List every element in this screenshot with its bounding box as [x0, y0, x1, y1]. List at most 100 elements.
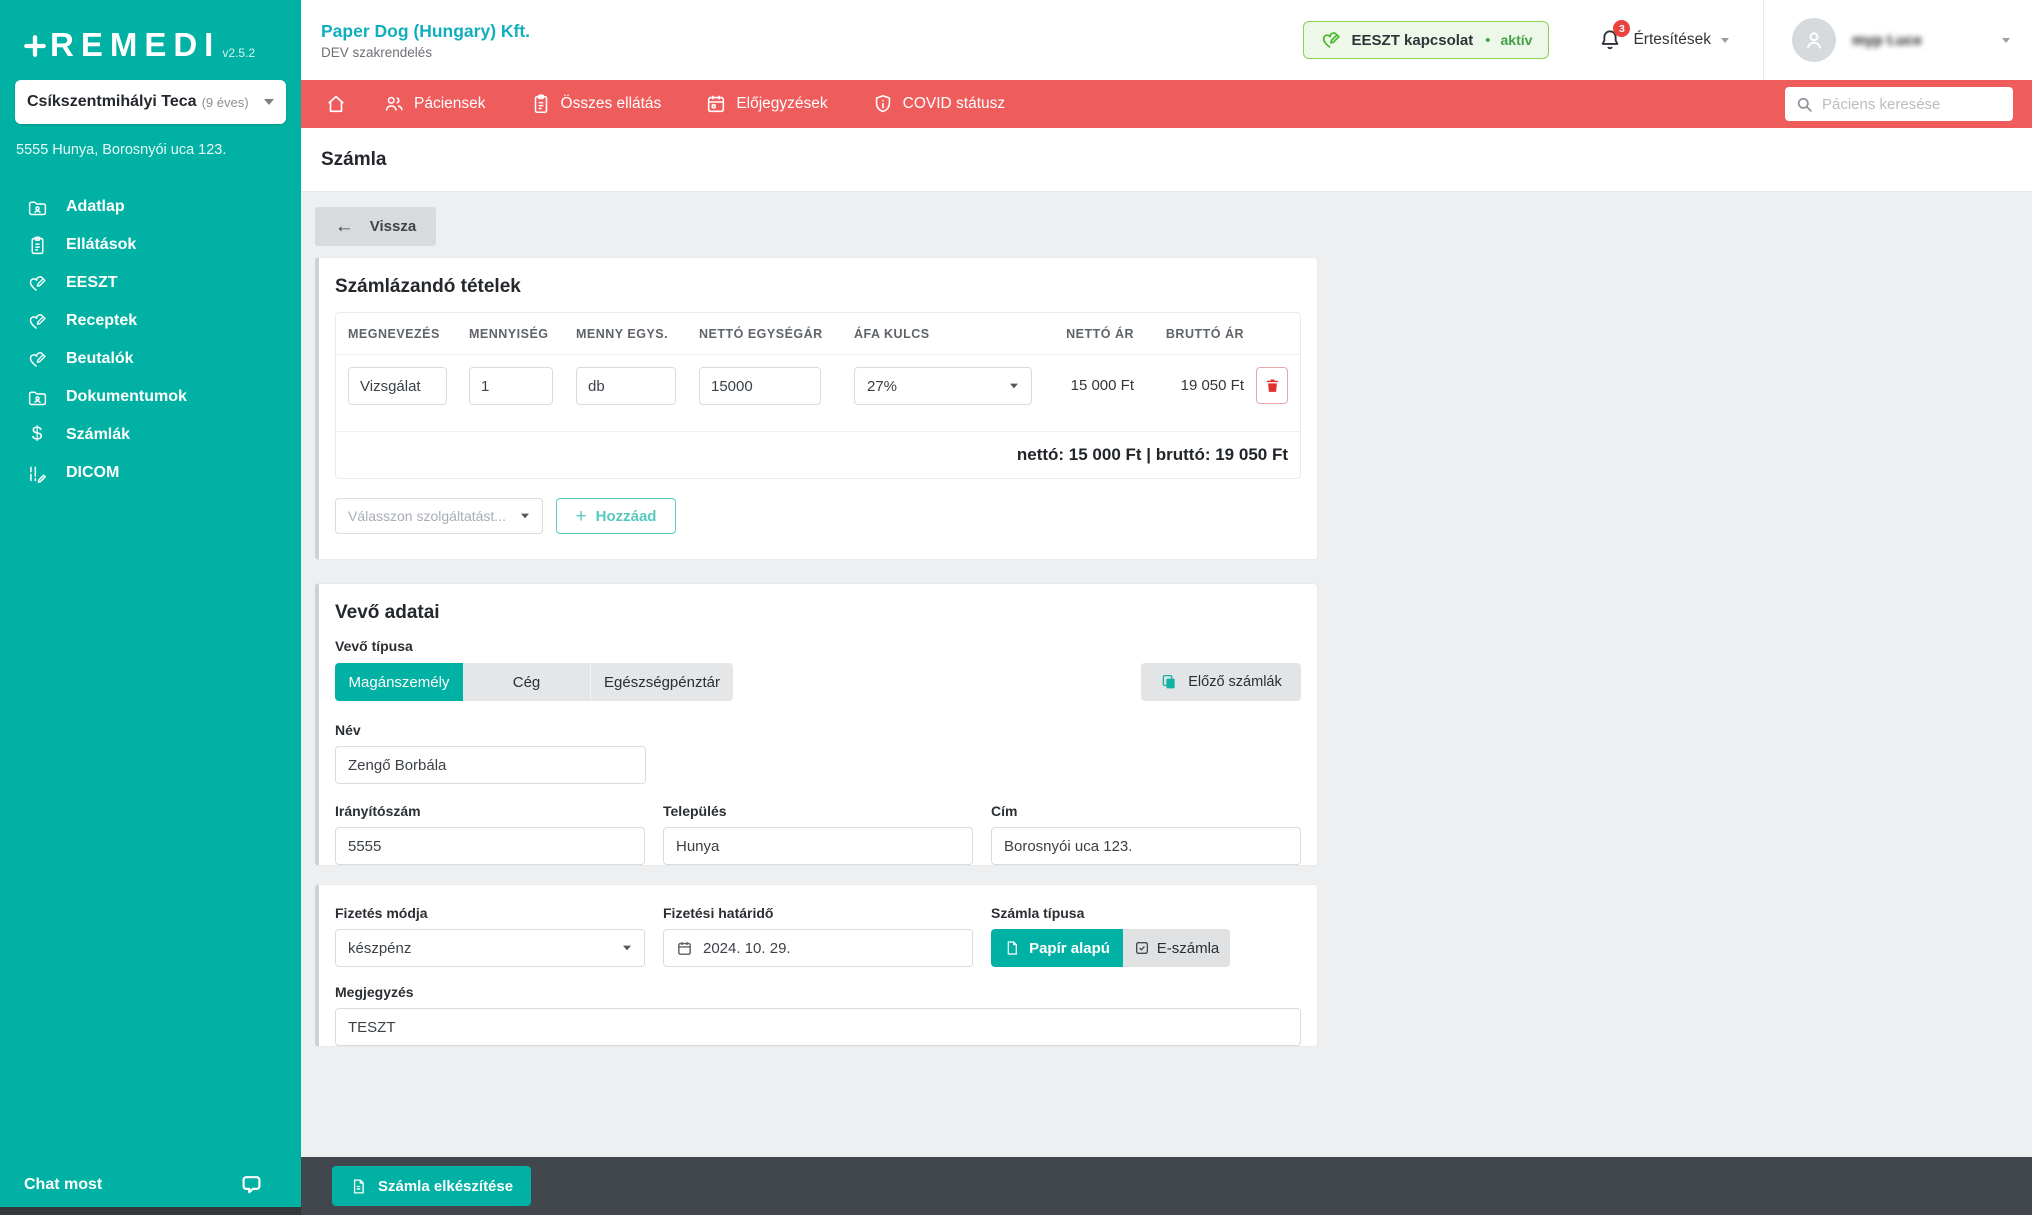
chevron-down-icon [1010, 384, 1018, 389]
patient-search [1785, 87, 2013, 121]
type-egeszsegpenztar-button[interactable]: Egészségpénztár [591, 663, 733, 701]
page-title: Számla [321, 149, 386, 171]
type-ceg-button[interactable]: Cég [463, 663, 591, 701]
item-quantity-input[interactable] [469, 367, 553, 405]
item-unit-input[interactable] [576, 367, 676, 405]
chevron-down-icon [264, 99, 274, 105]
app-version: v2.5.2 [222, 46, 255, 60]
table-row: 27% 15 000 Ft 19 050 Ft [336, 355, 1300, 431]
col-header-mennyiseg: MENNYISÉG [469, 327, 576, 341]
item-name-input[interactable] [348, 367, 447, 405]
nav-item-paciensek[interactable]: Páciensek [383, 93, 486, 115]
bottom-edge-strip [0, 1207, 301, 1215]
add-item-button[interactable]: + Hozzáad [556, 498, 676, 534]
vat-select[interactable]: 27% [854, 367, 1032, 405]
name-label: Név [335, 722, 1301, 738]
chat-button[interactable]: Chat most [24, 1172, 274, 1197]
checkbox-check-icon [1134, 940, 1150, 956]
previous-invoices-button[interactable]: Előző számlák [1141, 663, 1301, 701]
invoice-type-toggle: Papír alapú E-számla [991, 929, 1301, 967]
due-date-picker[interactable]: 2024. 10. 29. [663, 929, 973, 967]
col-header-brutto-ar: BRUTTÓ ÁR [1134, 327, 1244, 341]
address-input[interactable] [991, 827, 1301, 865]
patient-selector[interactable]: Csíkszentmihályi Teca (9 éves) [15, 80, 286, 124]
col-header-netto-ar: NETTÓ ÁR [1050, 327, 1134, 341]
table-header-row: MEGNEVEZÉS MENNYISÉG MENNY EGYS. NETTÓ E… [336, 313, 1300, 355]
invoice-items-card: Számlázandó tételek MEGNEVEZÉS MENNYISÉG… [315, 257, 1318, 560]
city-input[interactable] [663, 827, 973, 865]
dollar-icon: $ [24, 424, 50, 446]
sidebar-item-ellatasok[interactable]: Ellátások [0, 226, 301, 264]
sidebar-item-eeszt[interactable]: EESZT [0, 264, 301, 302]
nav-item-covid-statusz[interactable]: COVID státusz [872, 93, 1006, 115]
due-date-value: 2024. 10. 29. [703, 940, 791, 957]
sidebar-menu: Adatlap Ellátások EESZT Receptek Beutaló… [0, 188, 301, 492]
clipboard-icon [530, 93, 552, 115]
folder-user-icon [24, 197, 50, 218]
document-icon [1004, 940, 1020, 956]
add-service-row: Válasszon szolgáltatást... + Hozzáad [335, 498, 1301, 534]
action-footer: Számla elkészítése [301, 1157, 2032, 1215]
nav-item-elojegyzesek[interactable]: Előjegyzések [705, 93, 827, 115]
due-date-label: Fizetési határidő [663, 905, 973, 921]
copy-icon [1160, 673, 1178, 691]
notifications-label: Értesítések [1633, 31, 1711, 49]
document-icon [350, 1178, 367, 1195]
trash-icon [1264, 377, 1281, 394]
col-header-afa-kulcs: ÁFA KULCS [854, 327, 1050, 341]
sidebar-item-dicom[interactable]: DICOM [0, 454, 301, 492]
note-input[interactable] [335, 1008, 1301, 1046]
main-navbar: Páciensek Összes ellátás Előjegyzések CO… [301, 80, 2032, 128]
sidebar-item-beutalok[interactable]: Beutalók [0, 340, 301, 378]
search-icon [1795, 95, 1814, 114]
heart-pen-icon [1320, 29, 1342, 51]
clinic-name[interactable]: Paper Dog (Hungary) Kft. [321, 21, 530, 42]
app-logo-text: REMEDI [50, 26, 220, 64]
type-maganszemely-button[interactable]: Magánszemély [335, 663, 463, 701]
dicom-bars-icon [24, 463, 50, 484]
sidebar-item-receptek[interactable]: Receptek [0, 302, 301, 340]
chevron-down-icon [1721, 38, 1729, 43]
e-invoice-button[interactable]: E-számla [1123, 929, 1230, 967]
paper-invoice-button[interactable]: Papír alapú [991, 929, 1123, 967]
totals-row: nettó: 15 000 Ft | bruttó: 19 050 Ft [336, 431, 1300, 478]
payment-method-select[interactable]: készpénz [335, 929, 645, 967]
create-invoice-button[interactable]: Számla elkészítése [332, 1166, 531, 1206]
eeszt-connection-badge[interactable]: EESZT kapcsolat • aktív [1303, 21, 1550, 59]
user-menu[interactable]: myp t.uce [1792, 18, 2010, 62]
calendar-icon [705, 93, 727, 115]
patient-name: Csíkszentmihályi Teca [27, 93, 197, 111]
item-net-price: 15 000 Ft [1050, 367, 1134, 405]
chevron-down-icon [2002, 38, 2010, 43]
zip-label: Irányítószám [335, 803, 645, 819]
zip-input[interactable] [335, 827, 645, 865]
heart-pen-icon [24, 273, 50, 294]
back-button[interactable]: ← Vissza [315, 207, 436, 246]
customer-name-input[interactable] [335, 746, 646, 784]
invoice-type-label: Számla típusa [991, 905, 1301, 921]
chat-bubble-icon [239, 1172, 264, 1197]
service-select[interactable]: Válasszon szolgáltatást... [335, 498, 543, 534]
heart-pen-icon [24, 349, 50, 370]
invoice-totals: nettó: 15 000 Ft | bruttó: 19 050 Ft [1017, 445, 1288, 465]
patient-age: (9 éves) [202, 95, 249, 110]
sidebar-item-dokumentumok[interactable]: Dokumentumok [0, 378, 301, 416]
notifications-button[interactable]: 3 Értesítések [1597, 27, 1729, 53]
address-label: Cím [991, 803, 1301, 819]
item-net-unit-price-input[interactable] [699, 367, 821, 405]
delete-item-button[interactable] [1256, 367, 1288, 404]
sidebar-item-szamlak[interactable]: $ Számlák [0, 416, 301, 454]
sidebar: REMEDI v2.5.2 Csíkszentmihályi Teca (9 é… [0, 0, 301, 1215]
clinic-block: Paper Dog (Hungary) Kft. DEV szakrendelé… [321, 21, 530, 60]
page-titlebar: Számla [301, 128, 2032, 192]
col-header-netto-egysegar: NETTÓ EGYSÉGÁR [699, 327, 854, 341]
patient-search-input[interactable] [1822, 96, 1992, 113]
nav-home-button[interactable] [325, 93, 347, 115]
notification-count-badge: 3 [1613, 20, 1630, 37]
nav-item-osszes-ellatas[interactable]: Összes ellátás [530, 93, 662, 115]
sidebar-item-adatlap[interactable]: Adatlap [0, 188, 301, 226]
back-arrow-icon: ← [335, 216, 354, 238]
customer-title: Vevő adatai [335, 602, 1301, 624]
heart-pen-icon [24, 311, 50, 332]
item-gross-price: 19 050 Ft [1134, 367, 1244, 405]
